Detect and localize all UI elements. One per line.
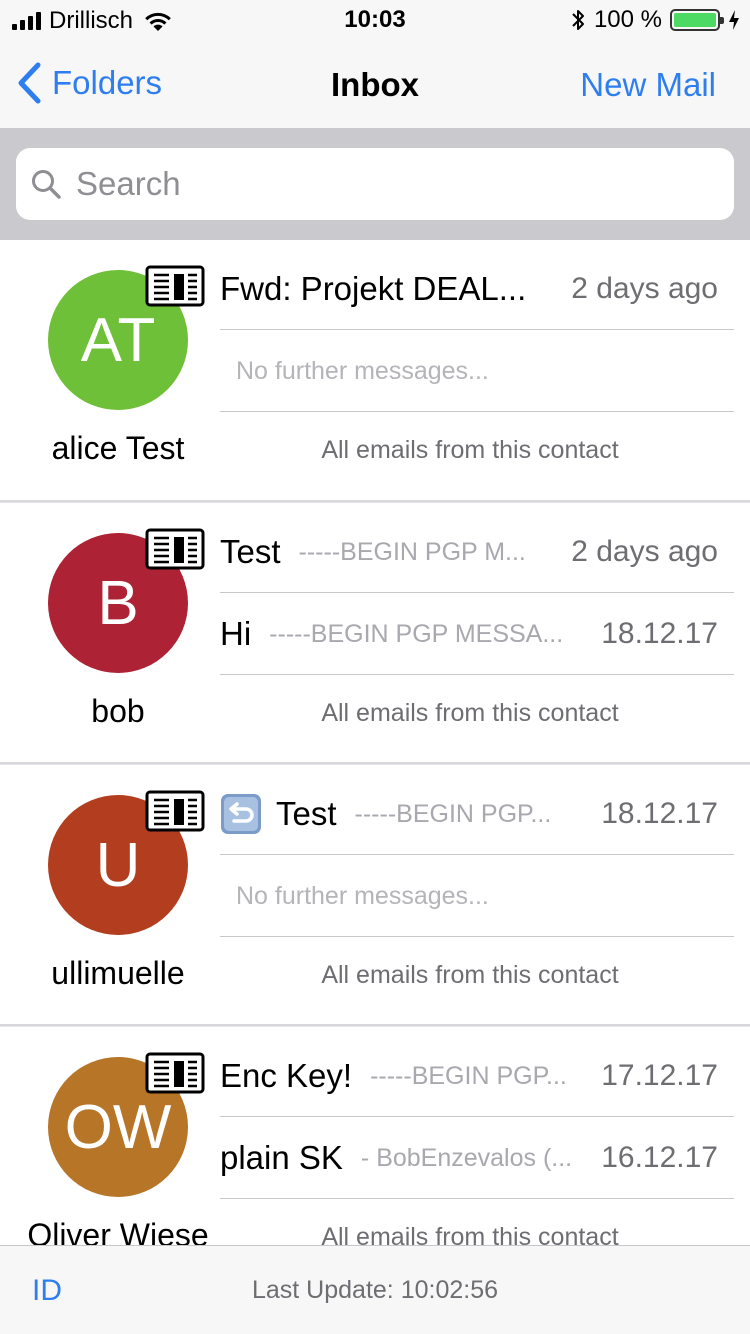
contact-card-icon xyxy=(145,790,205,832)
message-preview: -----BEGIN PGP... xyxy=(370,1061,567,1090)
message-preview: -----BEGIN PGP MESSA... xyxy=(269,619,564,648)
message-subject: Test xyxy=(220,533,281,570)
contact-name: bob xyxy=(91,693,145,729)
message-date: 2 days ago xyxy=(571,272,718,305)
message-row[interactable]: Enc Key! -----BEGIN PGP... 17.12.17 xyxy=(220,1035,734,1117)
contact-card-icon xyxy=(145,1052,205,1094)
no-further-messages-row: No further messages... xyxy=(220,330,734,412)
message-date: 18.12.17 xyxy=(601,797,718,830)
contact-card-icon xyxy=(145,265,205,307)
message-row[interactable]: Hi -----BEGIN PGP MESSA... 18.12.17 xyxy=(220,593,734,675)
message-date: 2 days ago xyxy=(571,535,718,568)
message-date: 17.12.17 xyxy=(601,1059,718,1092)
search-input[interactable] xyxy=(76,165,676,203)
charging-icon xyxy=(729,10,739,30)
search-icon xyxy=(32,170,61,199)
contact-row[interactable]: AT alice Test Fwd: Projekt DEAL... 2 day… xyxy=(0,240,750,502)
new-mail-button[interactable]: New Mail xyxy=(580,66,716,104)
search-bar xyxy=(0,128,750,240)
no-further-messages: No further messages... xyxy=(236,356,489,385)
message-subject: Test xyxy=(276,795,337,832)
contact-name: alice Test xyxy=(51,430,185,466)
contact-card-icon xyxy=(145,528,205,570)
no-further-messages-row: No further messages... xyxy=(220,855,734,937)
navigation-bar: Folders Inbox New Mail xyxy=(0,40,750,128)
reply-icon xyxy=(221,794,261,834)
no-further-messages: No further messages... xyxy=(236,881,489,910)
bluetooth-icon xyxy=(572,10,584,30)
message-row[interactable]: Test -----BEGIN PGP M... 2 days ago xyxy=(220,511,734,593)
bottom-toolbar: ID Last Update: 10:02:56 xyxy=(0,1245,750,1334)
contact-list: AT alice Test Fwd: Projekt DEAL... 2 day… xyxy=(0,240,750,1288)
message-subject: Enc Key! xyxy=(220,1057,353,1094)
message-row[interactable]: Test -----BEGIN PGP... 18.12.17 xyxy=(220,773,734,855)
battery-icon xyxy=(670,9,724,31)
message-date: 16.12.17 xyxy=(601,1141,718,1174)
message-date: 18.12.17 xyxy=(601,617,718,650)
all-emails-link[interactable]: All emails from this contact xyxy=(220,436,720,465)
message-subject: Fwd: Projekt DEAL... xyxy=(220,270,527,307)
contact-row[interactable]: B bob Test -----BEGIN PGP M... 2 days ag… xyxy=(0,502,750,764)
message-row[interactable]: plain SK - BobEnzevalos (... 16.12.17 xyxy=(220,1117,734,1199)
all-emails-link[interactable]: All emails from this contact xyxy=(220,699,720,728)
message-subject: Hi xyxy=(220,615,252,652)
message-preview: - BobEnzevalos (... xyxy=(360,1143,573,1172)
search-field[interactable] xyxy=(16,148,734,220)
message-preview: -----BEGIN PGP... xyxy=(354,799,552,828)
status-bar: Drillisch 10:03 100 % xyxy=(0,0,750,40)
battery-percentage: 100 % xyxy=(593,6,662,33)
contact-name: ullimuelle xyxy=(51,955,185,991)
message-preview: -----BEGIN PGP M... xyxy=(298,537,526,566)
message-subject: plain SK xyxy=(220,1139,343,1176)
status-right: 100 % xyxy=(570,6,740,34)
last-update-status: Last Update: 10:02:56 xyxy=(251,1276,499,1304)
message-row[interactable]: Fwd: Projekt DEAL... 2 days ago xyxy=(220,248,734,330)
all-emails-link[interactable]: All emails from this contact xyxy=(220,961,720,990)
contact-row[interactable]: U ullimuelle Test -----BEGIN PGP... 18.1… xyxy=(0,764,750,1026)
